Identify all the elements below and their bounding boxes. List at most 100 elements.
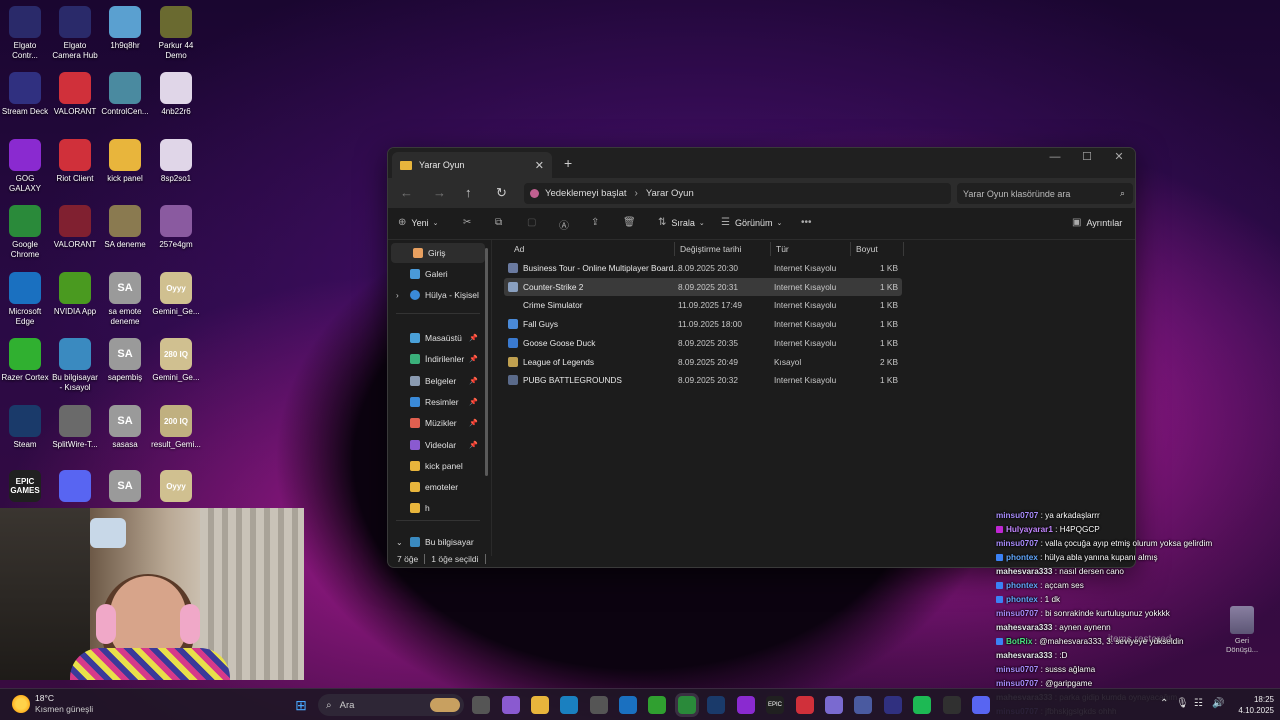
- nav-item-onedrive[interactable]: › Hülya - Kişisel: [388, 285, 488, 305]
- forward-arrow-icon[interactable]: →: [433, 185, 446, 200]
- nav-item-pinned[interactable]: emoteler: [388, 477, 488, 497]
- outlook-icon[interactable]: [619, 696, 637, 714]
- pin-icon[interactable]: 📌: [469, 355, 478, 363]
- column-divider[interactable]: [674, 242, 675, 256]
- desktop-icon[interactable]: 280 IQ Gemini_Ge...: [151, 338, 201, 383]
- edge-icon[interactable]: [560, 696, 578, 714]
- file-row[interactable]: Crime Simulator 11.09.2025 17:49 Internet …: [504, 296, 902, 314]
- desktop-icon[interactable]: ControlCen...: [100, 72, 150, 117]
- back-arrow-icon[interactable]: ←: [400, 185, 413, 200]
- desktop-icon[interactable]: Oyyy Gemini_Ge...: [151, 272, 201, 317]
- desktop-icon[interactable]: Oyyy: [151, 470, 201, 505]
- nav-item-gallery[interactable]: Galeri: [388, 264, 488, 284]
- discord-icon[interactable]: [972, 696, 990, 714]
- epic-games-icon[interactable]: EPIC: [766, 696, 784, 714]
- search-box[interactable]: ⌕: [957, 183, 1133, 204]
- nav-item-pinned[interactable]: Belgeler 📌: [388, 371, 488, 391]
- microphone-icon[interactable]: 🎙: [1176, 698, 1189, 709]
- copilot-icon[interactable]: [502, 696, 520, 714]
- desktop-icon[interactable]: VALORANT: [50, 72, 100, 117]
- paste-button[interactable]: ▢: [527, 217, 536, 228]
- breadcrumb-item[interactable]: Yedeklemeyi başlat: [545, 188, 627, 199]
- obs-icon[interactable]: [943, 696, 961, 714]
- sort-button[interactable]: ⇅ Sırala ⌄: [658, 217, 705, 228]
- column-header-modified[interactable]: Değiştirme tarihi: [680, 240, 741, 258]
- file-row[interactable]: Fall Guys 11.09.2025 18:00 Internet Kısayo…: [504, 315, 902, 333]
- desktop-icon[interactable]: Parkur 44 Demo: [151, 6, 201, 61]
- desktop-icon[interactable]: kick panel: [100, 139, 150, 184]
- view-button[interactable]: ☰ Görünüm ⌄: [721, 217, 782, 228]
- new-tab-button[interactable]: +: [564, 155, 572, 171]
- desktop-icon[interactable]: Google Chrome: [0, 205, 50, 260]
- desktop-icon[interactable]: NVIDIA App: [50, 272, 100, 317]
- desktop-icon[interactable]: VALORANT: [50, 205, 100, 250]
- task-view-icon[interactable]: [472, 696, 490, 714]
- desktop-icon[interactable]: Elgato Camera Hub: [50, 6, 100, 61]
- desktop-icon[interactable]: Bu bilgisayar - Kısayol: [50, 338, 100, 393]
- desktop-icon[interactable]: Stream Deck: [0, 72, 50, 117]
- copy-button[interactable]: ⧉: [495, 217, 502, 228]
- rename-button[interactable]: Ⓐ: [559, 217, 569, 232]
- desktop-icon[interactable]: 4nb22r6: [151, 72, 201, 117]
- column-header-size[interactable]: Boyut: [856, 240, 878, 258]
- clock[interactable]: 18:25 4.10.2025: [1232, 694, 1274, 716]
- volume-icon[interactable]: 🔊: [1212, 698, 1224, 709]
- file-row[interactable]: Business Tour - Online Multiplayer Board…: [504, 259, 902, 277]
- desktop-icon[interactable]: SA sasasa: [100, 405, 150, 450]
- pin-icon[interactable]: 📌: [469, 441, 478, 449]
- tab-close-icon[interactable]: ✕: [535, 159, 544, 172]
- store-icon[interactable]: [590, 696, 608, 714]
- riot-client-icon[interactable]: [796, 696, 814, 714]
- desktop-icon[interactable]: 8sp2so1: [151, 139, 201, 184]
- app-icon[interactable]: [854, 696, 872, 714]
- cut-button[interactable]: ✂: [463, 217, 471, 228]
- nav-item-pinned[interactable]: Resimler 📌: [388, 392, 488, 412]
- stream-deck-icon[interactable]: [884, 696, 902, 714]
- desktop-icon[interactable]: SA sapembiş: [100, 338, 150, 383]
- desktop-icon[interactable]: SA deneme: [100, 205, 150, 250]
- tab-yarar-oyun[interactable]: Yarar Oyun ✕: [392, 152, 552, 178]
- chrome-icon[interactable]: [678, 696, 696, 714]
- breadcrumb-item[interactable]: Yarar Oyun: [646, 188, 694, 199]
- refresh-icon[interactable]: ↻: [496, 185, 507, 201]
- nav-item-pinned[interactable]: h: [388, 498, 488, 518]
- maximize-button[interactable]: ☐: [1071, 148, 1103, 166]
- tray-overflow-icon[interactable]: ⌃: [1160, 698, 1168, 709]
- nav-item-pinned[interactable]: Masaüstü 📌: [388, 328, 488, 348]
- delete-button[interactable]: 🗑: [623, 217, 636, 228]
- desktop-icon[interactable]: Razer Cortex: [0, 338, 50, 383]
- close-window-button[interactable]: ✕: [1103, 148, 1135, 166]
- file-row[interactable]: Goose Goose Duck 8.09.2025 20:35 Internet …: [504, 334, 902, 352]
- nav-item-this-pc[interactable]: ⌄ Bu bilgisayar: [388, 532, 488, 552]
- nav-item-home[interactable]: Giriş: [391, 243, 485, 263]
- column-header-name[interactable]: Ad: [514, 240, 524, 258]
- taskbar-search[interactable]: ⌕ Ara: [318, 694, 464, 716]
- nav-scrollbar[interactable]: [485, 248, 488, 476]
- details-pane-button[interactable]: ▣ Ayrıntılar: [1072, 217, 1122, 228]
- network-icon[interactable]: ☷: [1194, 698, 1203, 709]
- gog-galaxy-icon[interactable]: [737, 696, 755, 714]
- more-options-button[interactable]: •••: [801, 217, 812, 228]
- minimize-button[interactable]: —: [1039, 148, 1071, 166]
- desktop-icon[interactable]: Riot Client: [50, 139, 100, 184]
- column-divider[interactable]: [850, 242, 851, 256]
- desktop-icon[interactable]: SA: [100, 470, 150, 505]
- desktop-icon[interactable]: Elgato Contr...: [0, 6, 50, 61]
- pin-icon[interactable]: 📌: [469, 377, 478, 385]
- app-icon[interactable]: [825, 696, 843, 714]
- share-button[interactable]: ⇪: [591, 217, 599, 228]
- recycle-bin[interactable]: Geri Dönüşü...: [1222, 606, 1262, 654]
- file-row[interactable]: PUBG BATTLEGROUNDS 8.09.2025 20:32 Interne…: [504, 371, 902, 389]
- desktop-icon[interactable]: Steam: [0, 405, 50, 450]
- column-divider[interactable]: [770, 242, 771, 256]
- desktop-icon[interactable]: [50, 470, 100, 505]
- file-explorer-icon[interactable]: [531, 696, 549, 714]
- nav-item-pinned[interactable]: Müzikler 📌: [388, 413, 488, 433]
- desktop-icon[interactable]: GOG GALAXY: [0, 139, 50, 194]
- desktop-icon[interactable]: EPIC GAMES: [0, 470, 50, 505]
- pin-icon[interactable]: 📌: [469, 334, 478, 342]
- weather-widget[interactable]: 18°C Kısmen güneşli: [12, 693, 93, 715]
- up-arrow-icon[interactable]: ↑: [465, 185, 472, 200]
- windows-start-icon[interactable]: ⊞: [292, 696, 310, 714]
- desktop-icon[interactable]: SplitWire-T...: [50, 405, 100, 450]
